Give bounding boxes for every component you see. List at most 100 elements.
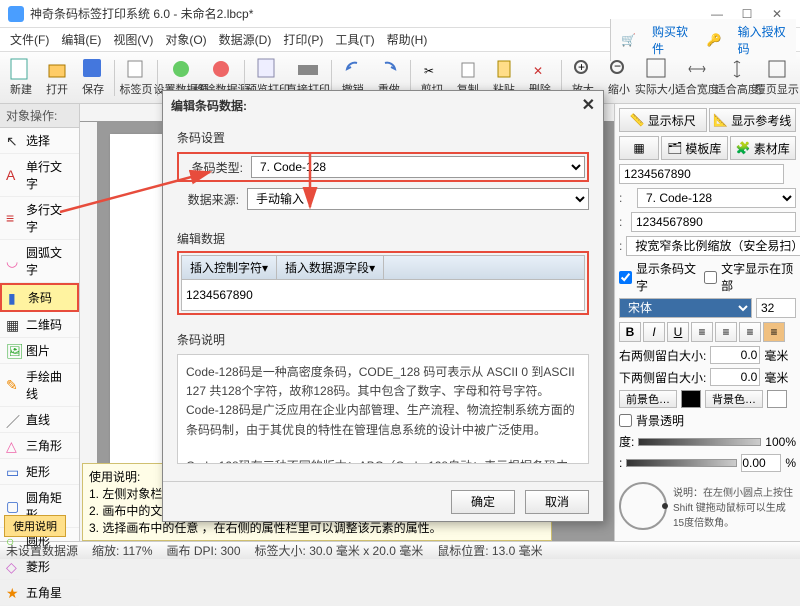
- tool-条码[interactable]: ▮条码: [0, 283, 79, 312]
- prop-scale[interactable]: 按宽窄条比例缩放（安全易扫）: [626, 236, 800, 256]
- btn-align-left[interactable]: ≡: [691, 322, 713, 342]
- prop-font-size[interactable]: [756, 298, 796, 318]
- btn-underline[interactable]: U: [667, 322, 689, 342]
- tool-icon: ▦: [6, 317, 22, 333]
- tool-icon: 🖼: [6, 343, 22, 359]
- menu-view[interactable]: 视图(V): [107, 31, 159, 48]
- auth-link[interactable]: 输入授权码: [732, 23, 792, 57]
- btn-cancel[interactable]: 取消: [525, 490, 589, 514]
- cb-show-text[interactable]: [619, 271, 632, 284]
- sel-data-source[interactable]: 手动输入: [247, 188, 589, 210]
- app-icon: [8, 6, 24, 22]
- left-header: 对象操作:: [0, 104, 79, 128]
- tool-label: 二维码: [26, 316, 62, 333]
- tab-assets[interactable]: 🧩素材库: [730, 136, 797, 160]
- btn-show-grid[interactable]: ▦: [619, 136, 659, 160]
- highlight-type-row: 条码类型: 7. Code-128: [177, 152, 589, 182]
- tool-icon: ◡: [6, 253, 22, 269]
- opacity-slider[interactable]: [638, 438, 761, 446]
- sel-barcode-type[interactable]: 7. Code-128: [251, 156, 585, 178]
- rotation-wheel[interactable]: [619, 482, 667, 530]
- btn-insert-ctrl[interactable]: 插入控制字符▾: [182, 256, 277, 279]
- rotation-input[interactable]: [741, 454, 781, 472]
- tool-label: 单行文字: [26, 158, 73, 192]
- btn-bold[interactable]: B: [619, 322, 641, 342]
- tb-zoom100[interactable]: 实际大小: [638, 55, 676, 101]
- btn-align-right[interactable]: ≡: [739, 322, 761, 342]
- tool-选择[interactable]: ↖选择: [0, 128, 79, 154]
- tb-pages[interactable]: 标签页: [119, 55, 153, 101]
- tab-templates[interactable]: 🗂模板库: [661, 136, 728, 160]
- tool-icon: ／: [6, 412, 22, 428]
- fg-swatch[interactable]: [681, 390, 701, 408]
- cb-transparent[interactable]: [619, 414, 632, 427]
- tool-label: 矩形: [26, 463, 50, 480]
- cb-text-top[interactable]: [704, 271, 717, 284]
- rotation-slider[interactable]: [626, 459, 737, 467]
- tool-五角星[interactable]: ★五角星: [0, 580, 79, 606]
- tool-icon: ▢: [6, 498, 22, 514]
- svg-text:✕: ✕: [533, 64, 543, 78]
- prop-value[interactable]: [619, 164, 784, 184]
- menu-print[interactable]: 打印(P): [277, 31, 329, 48]
- menu-tools[interactable]: 工具(T): [329, 31, 380, 48]
- tool-直线[interactable]: ／直线: [0, 407, 79, 433]
- btn-insert-field[interactable]: 插入数据源字段▾: [277, 256, 384, 279]
- buy-link[interactable]: 购买软件: [646, 23, 697, 57]
- status-ds: 未设置数据源: [6, 542, 78, 559]
- menu-help[interactable]: 帮助(H): [381, 31, 434, 48]
- tool-矩形[interactable]: ▭矩形: [0, 459, 79, 485]
- btn-show-ruler[interactable]: 📏显示标尺: [619, 108, 707, 132]
- tool-多行文字[interactable]: ≡多行文字: [0, 197, 79, 240]
- menu-file[interactable]: 文件(F): [4, 31, 55, 48]
- prop-margin-lr[interactable]: [710, 346, 760, 364]
- barcode-data-input[interactable]: [182, 280, 584, 310]
- status-dpi: 画布 DPI: 300: [167, 542, 241, 559]
- prop-type[interactable]: 7. Code-128: [637, 188, 796, 208]
- tool-label: 圆弧文字: [26, 244, 73, 278]
- tool-二维码[interactable]: ▦二维码: [0, 312, 79, 338]
- btn-align-justify[interactable]: ≡: [763, 322, 785, 342]
- tool-三角形[interactable]: △三角形: [0, 433, 79, 459]
- statusbar: 未设置数据源 缩放: 117% 画布 DPI: 300 标签大小: 30.0 毫…: [0, 541, 800, 559]
- tb-zoomout[interactable]: −缩小: [602, 55, 636, 101]
- prop-margin-tb[interactable]: [710, 368, 760, 386]
- chevron-down-icon: ▾: [262, 261, 268, 275]
- tb-fitpage[interactable]: 覆页显示: [758, 55, 796, 101]
- btn-fg-color[interactable]: 前景色…: [619, 390, 677, 408]
- tool-icon: ▮: [8, 290, 24, 306]
- template-icon: 🗂: [667, 141, 682, 155]
- tb-fith[interactable]: 适合高度: [718, 55, 756, 101]
- bg-swatch[interactable]: [767, 390, 787, 408]
- properties-panel: 📏显示标尺 📐显示参考线 ▦ 🗂模板库 🧩素材库 :7. Code-128 : …: [614, 104, 800, 541]
- tool-label: 三角形: [26, 437, 62, 454]
- tool-单行文字[interactable]: A单行文字: [0, 154, 79, 197]
- status-zoom: 缩放: 117%: [92, 542, 152, 559]
- tool-圆弧文字[interactable]: ◡圆弧文字: [0, 240, 79, 283]
- dialog-close[interactable]: ✕: [582, 95, 595, 115]
- tb-fitw[interactable]: 适合宽度: [678, 55, 716, 101]
- tool-图片[interactable]: 🖼图片: [0, 338, 79, 364]
- btn-show-guides[interactable]: 📐显示参考线: [709, 108, 797, 132]
- tb-save[interactable]: 保存: [76, 55, 110, 101]
- btn-ok[interactable]: 确定: [451, 490, 515, 514]
- lbl-barcode-type: 条码类型:: [181, 159, 243, 176]
- btn-align-center[interactable]: ≡: [715, 322, 737, 342]
- prop-font[interactable]: 宋体: [619, 298, 752, 318]
- prop-data[interactable]: [631, 212, 796, 232]
- tool-label: 手绘曲线: [26, 368, 73, 402]
- menu-object[interactable]: 对象(O): [159, 31, 212, 48]
- edit-barcode-dialog: 编辑条码数据:✕ 条码设置 条码类型: 7. Code-128 数据来源: 手动…: [162, 90, 604, 522]
- lbl-data-source: 数据来源:: [177, 191, 239, 208]
- tool-手绘曲线[interactable]: ✎手绘曲线: [0, 364, 79, 407]
- tb-open[interactable]: 打开: [40, 55, 74, 101]
- tb-new[interactable]: 新建: [4, 55, 38, 101]
- tool-icon: △: [6, 438, 22, 454]
- tool-icon: ◇: [6, 559, 22, 575]
- btn-bg-color[interactable]: 背景色…: [705, 390, 763, 408]
- menu-datasource[interactable]: 数据源(D): [213, 31, 278, 48]
- tool-label: 多行文字: [26, 201, 73, 235]
- help-tab[interactable]: 使用说明: [4, 515, 66, 537]
- btn-italic[interactable]: I: [643, 322, 665, 342]
- menu-edit[interactable]: 编辑(E): [55, 31, 107, 48]
